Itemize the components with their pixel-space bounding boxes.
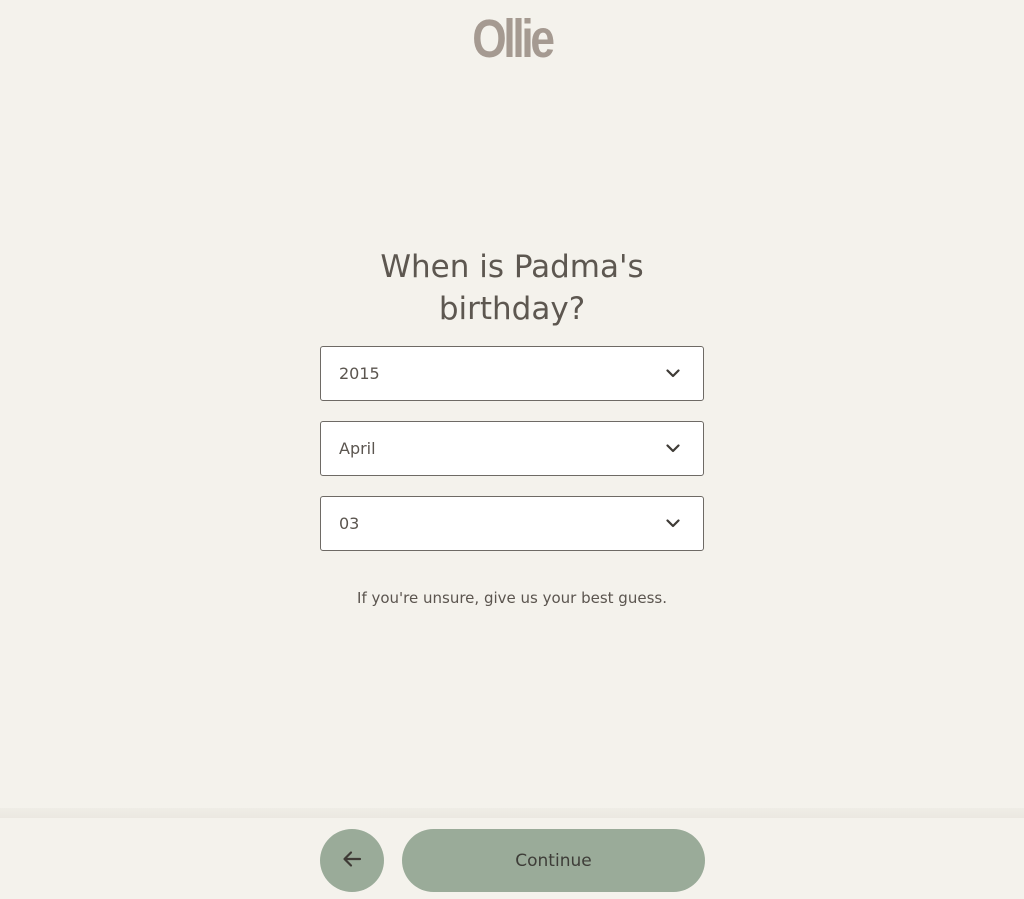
year-select-value: 2015: [339, 364, 380, 383]
month-select[interactable]: April: [320, 421, 704, 476]
hint-text: If you're unsure, give us your best gues…: [357, 589, 667, 607]
chevron-down-icon: [665, 441, 681, 457]
question-line-2: birthday?: [438, 291, 586, 327]
continue-button[interactable]: Continue: [402, 829, 705, 892]
continue-button-label: Continue: [515, 850, 592, 871]
page-question: When is Padma's birthday?: [312, 246, 712, 330]
arrow-left-icon: [342, 850, 362, 872]
brand-logo: Ollie: [472, 9, 555, 69]
chevron-down-icon: [665, 366, 681, 382]
day-select-value: 03: [339, 514, 360, 533]
footer-divider: [0, 808, 1024, 818]
day-select[interactable]: 03: [320, 496, 704, 551]
back-button[interactable]: [320, 829, 384, 892]
chevron-down-icon: [665, 516, 681, 532]
year-select[interactable]: 2015: [320, 346, 704, 401]
month-select-value: April: [339, 439, 376, 458]
question-line-1: When is Padma's: [380, 249, 644, 285]
